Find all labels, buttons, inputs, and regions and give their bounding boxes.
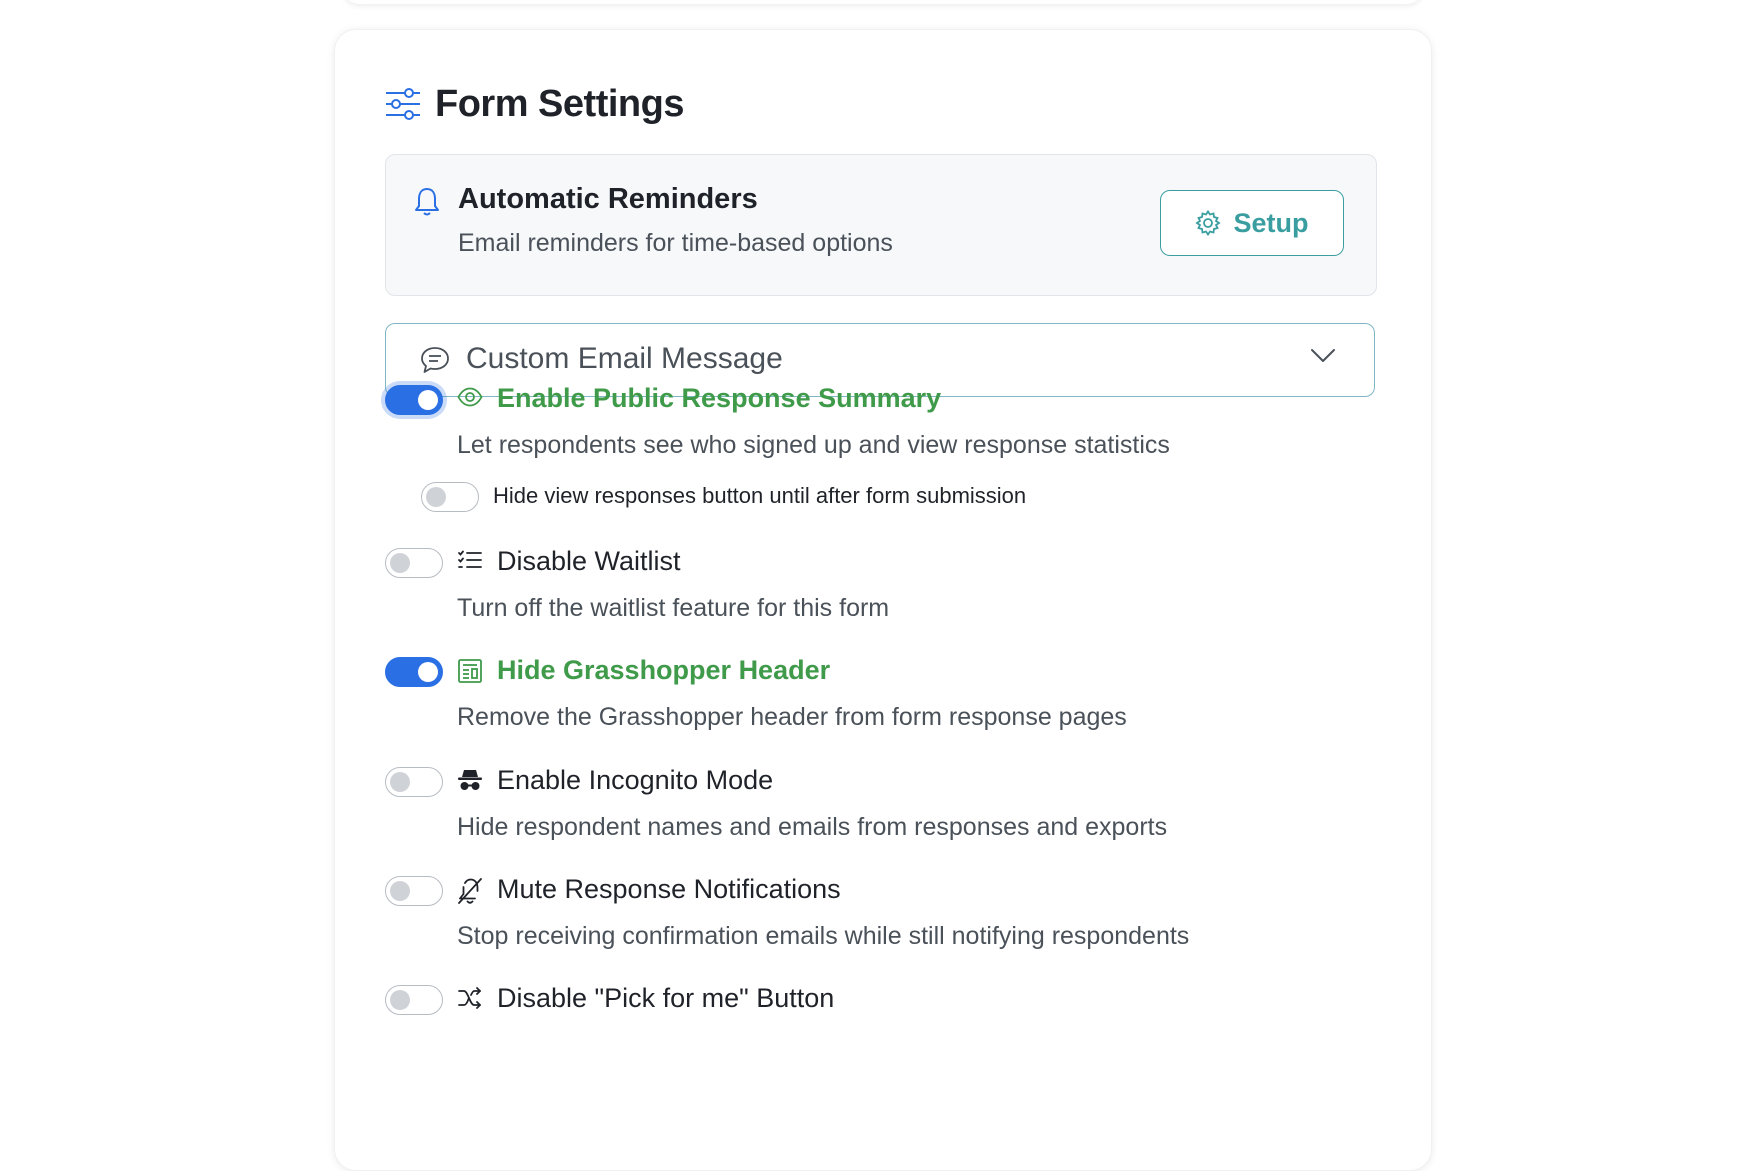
toggle-knob (390, 772, 410, 792)
automatic-reminders-panel: Automatic Reminders Email reminders for … (385, 154, 1377, 296)
reminders-title: Automatic Reminders (458, 183, 758, 215)
mute-notifications-description: Stop receiving confirmation emails while… (457, 922, 1190, 950)
gear-icon (1195, 210, 1222, 236)
hide-view-responses-toggle[interactable] (421, 482, 479, 512)
hide-view-responses-label: Hide view responses button until after f… (493, 483, 1027, 508)
hide-grasshopper-header-label: Hide Grasshopper Header (497, 655, 831, 685)
page-title: Form Settings (435, 82, 684, 125)
toggle-knob (390, 990, 410, 1010)
section-header: Form Settings (385, 80, 684, 128)
list-icon (457, 549, 483, 571)
disable-pick-for-me-toggle[interactable] (385, 985, 443, 1015)
hide-grasshopper-header-description: Remove the Grasshopper header from form … (457, 703, 1127, 731)
setup-button[interactable]: Setup (1160, 190, 1344, 256)
bell-off-icon (457, 877, 483, 905)
toggle-knob (426, 487, 446, 507)
form-settings-card: Form Settings Automatic Reminders Email … (334, 29, 1432, 1171)
disable-waitlist-toggle[interactable] (385, 548, 443, 578)
newspaper-icon (457, 658, 483, 684)
disable-waitlist-label: Disable Waitlist (497, 546, 681, 576)
disable-pick-for-me-label: Disable "Pick for me" Button (497, 983, 835, 1013)
toggle-knob (390, 553, 410, 573)
shuffle-icon (457, 986, 483, 1010)
incognito-mode-description: Hide respondent names and emails from re… (457, 813, 1168, 841)
reminders-description: Email reminders for time-based options (458, 229, 893, 257)
toggle-knob (390, 881, 410, 901)
public-response-summary-description: Let respondents see who signed up and vi… (457, 431, 1170, 459)
incognito-mode-label: Enable Incognito Mode (497, 765, 774, 795)
incognito-mode-toggle[interactable] (385, 767, 443, 797)
public-response-summary-toggle[interactable] (385, 385, 443, 415)
custom-email-message-label: Custom Email Message (466, 342, 783, 375)
incognito-icon (457, 768, 483, 792)
previous-card (343, 0, 1423, 4)
toggle-knob (418, 662, 438, 682)
disable-waitlist-description: Turn off the waitlist feature for this f… (457, 594, 890, 622)
toggle-knob (418, 390, 438, 410)
chat-icon (420, 346, 450, 374)
public-response-summary-label: Enable Public Response Summary (497, 383, 942, 413)
hide-grasshopper-header-toggle[interactable] (385, 657, 443, 687)
chevron-down-icon (1310, 348, 1336, 364)
setup-button-label: Setup (1233, 207, 1309, 238)
eye-icon (457, 386, 483, 408)
mute-notifications-label: Mute Response Notifications (497, 874, 841, 904)
bell-icon (414, 187, 440, 217)
mute-notifications-toggle[interactable] (385, 876, 443, 906)
sliders-icon (385, 87, 421, 121)
